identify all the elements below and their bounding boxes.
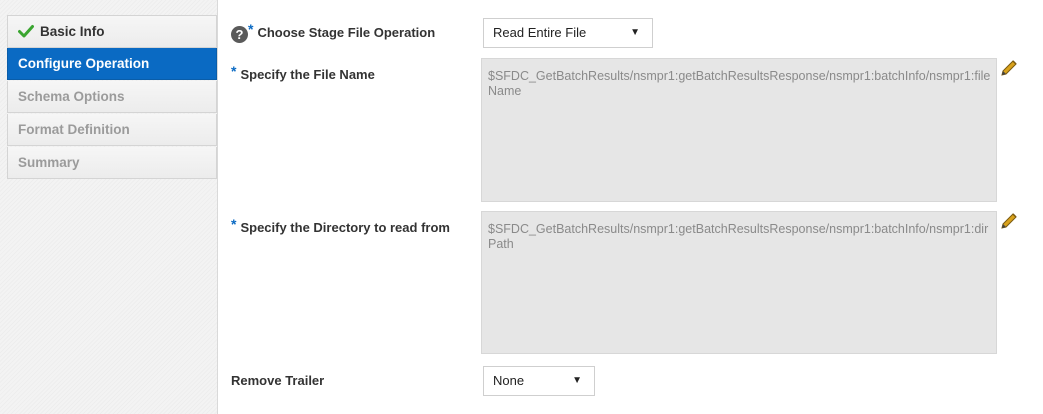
nav-item-label: Schema Options [18,89,125,104]
chevron-down-icon: ▼ [630,27,640,38]
pencil-icon[interactable] [998,57,1020,79]
file-name-field[interactable]: $SFDC_GetBatchResults/nsmpr1:getBatchRes… [481,58,997,202]
directory-value: $SFDC_GetBatchResults/nsmpr1:getBatchRes… [488,222,989,251]
directory-label-text: Specify the Directory to read from [240,220,450,235]
question-circle-icon[interactable]: ? [231,26,248,43]
nav-item-label: Summary [18,155,80,170]
remove-trailer-label: Remove Trailer [231,373,324,388]
nav-item-label: Format Definition [18,122,130,137]
required-marker: * [231,216,237,232]
nav-item-configure-operation[interactable]: Configure Operation [7,48,217,80]
remove-trailer-select[interactable]: None ▼ [483,366,595,396]
nav-item-label: Configure Operation [18,56,150,71]
operation-select-value: Read Entire File [493,25,587,40]
required-marker: * [231,63,237,79]
remove-trailer-label-text: Remove Trailer [231,373,325,388]
train-navigation: Basic Info Configure Operation Schema Op… [0,0,218,414]
nav-item-schema-options[interactable]: Schema Options [7,81,217,113]
directory-field[interactable]: $SFDC_GetBatchResults/nsmpr1:getBatchRes… [481,211,997,354]
pencil-icon[interactable] [998,210,1020,232]
operation-select[interactable]: Read Entire File ▼ [483,18,653,48]
file-name-value: $SFDC_GetBatchResults/nsmpr1:getBatchRes… [488,69,991,98]
nav-item-basic-info[interactable]: Basic Info [7,15,217,48]
file-name-label-text: Specify the File Name [240,67,375,82]
operation-label-text: Choose Stage File Operation [257,25,436,40]
nav-item-label: Basic Info [40,24,105,39]
required-marker: * [248,21,254,37]
checkmark-icon [18,25,34,38]
nav-item-format-definition[interactable]: Format Definition [7,114,217,146]
chevron-down-icon: ▼ [572,375,582,386]
file-name-label: * Specify the File Name [231,63,375,82]
operation-label: ? * Choose Stage File Operation [231,21,436,43]
nav-item-summary[interactable]: Summary [7,147,217,179]
remove-trailer-value: None [493,373,525,388]
directory-label: * Specify the Directory to read from [231,216,450,235]
